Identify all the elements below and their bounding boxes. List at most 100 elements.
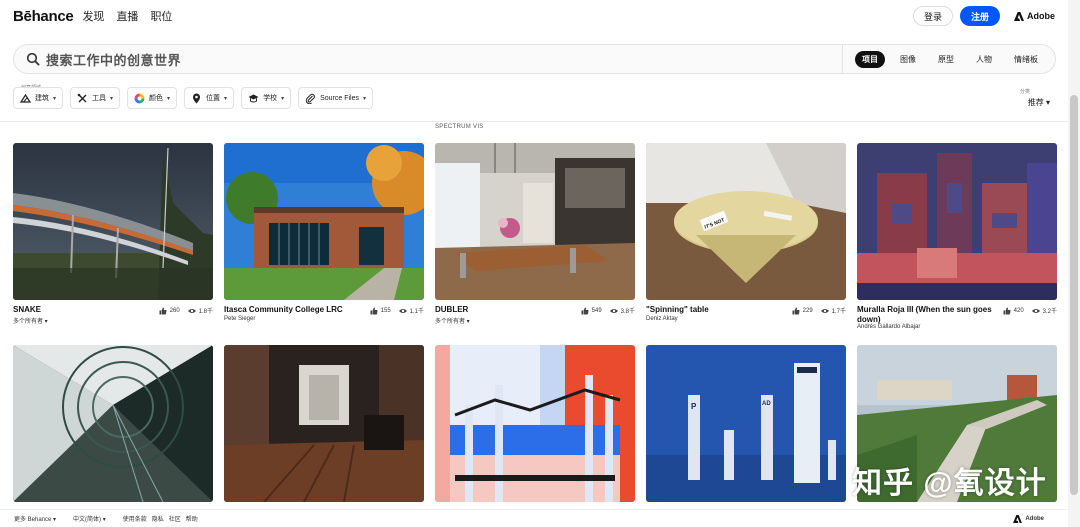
- filter-location-label: 位置: [206, 95, 221, 102]
- chevron-down-icon: ▾: [281, 95, 285, 102]
- project-card[interactable]: [435, 345, 635, 502]
- watermark-text: 知乎 @氧设计: [852, 467, 1047, 500]
- footer-more-behance[interactable]: 更多 Behance ▾: [14, 514, 56, 523]
- footer-terms[interactable]: 使用条款: [123, 514, 147, 523]
- project-thumbnail[interactable]: [224, 345, 424, 502]
- project-card[interactable]: Itasca Community College LRC Pete Sieger…: [224, 143, 424, 330]
- chevron-down-icon: ▾: [167, 95, 171, 102]
- sort-caption: 分类: [1019, 89, 1030, 95]
- filter-school[interactable]: 学校 ▾: [241, 87, 292, 109]
- filter-source-files[interactable]: Source Files ▾: [298, 87, 373, 109]
- project-title[interactable]: SNAKE: [13, 305, 149, 315]
- project-thumbnail[interactable]: [13, 143, 213, 300]
- chevron-down-icon: ▾: [110, 95, 114, 102]
- filter-architecture[interactable]: 建筑 ▾: [13, 87, 64, 109]
- location-icon: [191, 93, 202, 104]
- search-input[interactable]: 搜索工作中的创意世界: [46, 50, 842, 69]
- project-thumbnail[interactable]: [13, 345, 213, 502]
- footer: 更多 Behance ▾ 中文(简体) ▾ 使用条款 隐私 社区 帮助 Adob…: [0, 509, 1068, 527]
- project-thumbnail[interactable]: [435, 143, 635, 300]
- project-thumbnail[interactable]: IT'S NOT: [646, 143, 846, 300]
- nav-jobs[interactable]: 职位: [150, 8, 172, 24]
- project-title[interactable]: Itasca Community College LRC: [224, 305, 360, 315]
- eye-icon: [1031, 308, 1040, 313]
- tab-moodboards[interactable]: 情绪板: [1007, 51, 1045, 68]
- thumbs-up-icon: [581, 307, 589, 314]
- eye-icon: [609, 308, 618, 313]
- paperclip-icon: [305, 93, 316, 104]
- project-thumbnail[interactable]: [224, 143, 424, 300]
- project-meta: Itasca Community College LRC Pete Sieger…: [224, 300, 424, 330]
- filter-color[interactable]: 颜色 ▾: [127, 87, 178, 109]
- project-meta: SNAKE 多个所有者 ▾ 260 1.8千: [13, 300, 213, 330]
- project-card[interactable]: IT'S NOT "Spinning" table Deniz Aktay 22…: [646, 143, 846, 330]
- filter-tools-label: 工具: [92, 95, 107, 102]
- project-meta: "Spinning" table Deniz Aktay 229 1.7千: [646, 300, 846, 330]
- chevron-down-icon: ▾: [362, 95, 366, 102]
- chevron-down-icon: ▾: [53, 95, 57, 102]
- restaurant-interior-thumbnail: [435, 143, 635, 300]
- scrollbar-thumb[interactable]: [1070, 95, 1078, 495]
- project-meta: DUBLER 多个所有者 ▾ 549 3.8千: [435, 300, 635, 330]
- like-count: 420: [1013, 307, 1024, 314]
- section-divider: [0, 121, 1068, 122]
- adobe-link[interactable]: Adobe: [1014, 11, 1055, 21]
- footer-language[interactable]: 中文(简体) ▾: [73, 514, 106, 523]
- footer-community[interactable]: 社区: [169, 514, 181, 523]
- tab-people[interactable]: 人物: [969, 51, 999, 68]
- school-icon: [248, 93, 259, 104]
- project-card[interactable]: SNAKE 多个所有者 ▾ 260 1.8千: [13, 143, 213, 330]
- thumbs-up-icon: [792, 307, 800, 314]
- signup-button[interactable]: 注册: [959, 6, 1000, 26]
- project-card[interactable]: P AD: [646, 345, 846, 502]
- tab-projects[interactable]: 项目: [855, 50, 885, 68]
- like-count: 155: [380, 307, 391, 314]
- view-count: 1.8千: [198, 309, 213, 315]
- footer-adobe[interactable]: Adobe: [1013, 514, 1049, 523]
- project-owner[interactable]: Andrés Gallardo Albajar: [857, 324, 920, 330]
- view-count: 3.8千: [620, 309, 635, 315]
- project-card[interactable]: DUBLER 多个所有者 ▾ 549 3.8千: [435, 143, 635, 330]
- filter-color-label: 颜色: [149, 95, 164, 102]
- project-title[interactable]: DUBLER: [435, 305, 571, 315]
- project-stats: 260 1.8千: [159, 306, 213, 315]
- behance-logo[interactable]: Bēhance: [13, 8, 74, 25]
- view-count: 3.2千: [1042, 309, 1057, 315]
- filter-location[interactable]: 位置 ▾: [184, 87, 235, 109]
- project-title[interactable]: Muralla Roja III (When the sun goes down…: [857, 305, 993, 325]
- hallway-interior-thumbnail: [224, 345, 424, 502]
- project-thumbnail[interactable]: [857, 143, 1057, 300]
- project-owner[interactable]: 多个所有者 ▾: [13, 316, 48, 325]
- architecture-icon: [20, 93, 31, 104]
- tab-images[interactable]: 图像: [893, 51, 923, 68]
- project-meta: Muralla Roja III (When the sun goes down…: [857, 300, 1057, 330]
- project-card[interactable]: [224, 345, 424, 502]
- project-card[interactable]: [13, 345, 213, 502]
- project-stats: 155 1.1千: [370, 306, 424, 315]
- project-owner[interactable]: 多个所有者 ▾: [435, 316, 470, 325]
- project-thumbnail[interactable]: P AD: [646, 345, 846, 502]
- login-button[interactable]: 登录: [912, 6, 953, 26]
- thumbs-up-icon: [1003, 307, 1011, 314]
- project-owner[interactable]: Deniz Aktay: [646, 316, 678, 322]
- tab-prototypes[interactable]: 原型: [931, 51, 961, 68]
- project-thumbnail[interactable]: [435, 345, 635, 502]
- nav-discover[interactable]: 发现: [82, 8, 104, 24]
- metro-tunnel-thumbnail: [13, 345, 213, 502]
- filter-tools[interactable]: 工具 ▾: [70, 87, 121, 109]
- wayfinding-signs-thumbnail: P AD: [646, 345, 846, 502]
- project-card[interactable]: Muralla Roja III (When the sun goes down…: [857, 143, 1057, 330]
- sort-dropdown[interactable]: 推荐 ▾: [1028, 97, 1050, 108]
- eye-icon: [398, 308, 407, 313]
- like-count: 260: [169, 307, 180, 314]
- scrollbar-track[interactable]: [1068, 0, 1080, 527]
- nav-live[interactable]: 直播: [116, 8, 138, 24]
- view-count: 1.7千: [831, 309, 846, 315]
- tools-icon: [77, 93, 88, 104]
- project-owner[interactable]: Pete Sieger: [224, 316, 255, 322]
- footer-help[interactable]: 帮助: [186, 514, 198, 523]
- project-title[interactable]: "Spinning" table: [646, 305, 782, 315]
- thumbs-up-icon: [159, 307, 167, 314]
- footer-privacy[interactable]: 隐私: [152, 514, 164, 523]
- search-type-tabs: 项目 图像 原型 人物 情绪板: [843, 45, 1055, 73]
